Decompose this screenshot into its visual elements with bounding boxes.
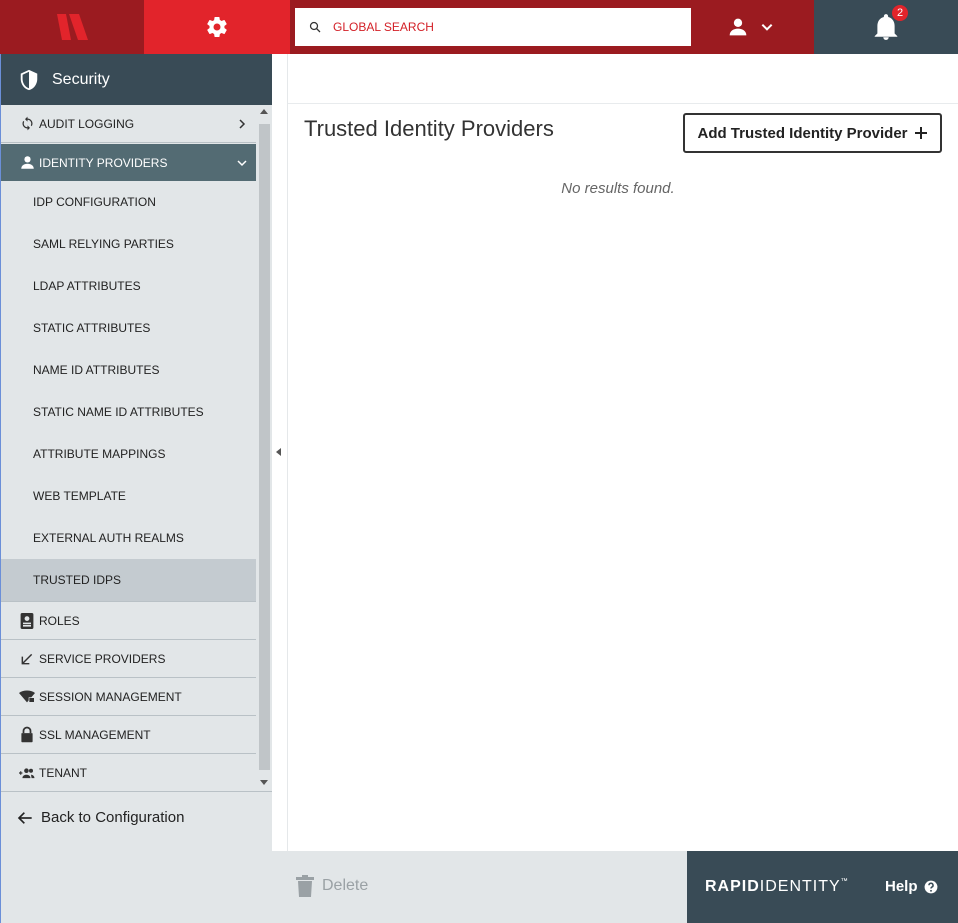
app-logo[interactable] bbox=[0, 0, 144, 54]
sidebar-subitem-trusted-idps[interactable]: TRUSTED IDPS bbox=[1, 559, 256, 602]
sidebar-subitem-label: WEB TEMPLATE bbox=[33, 489, 126, 503]
sidebar-item-label: ROLES bbox=[39, 613, 80, 628]
empty-state-message: No results found. bbox=[561, 180, 675, 197]
sidebar-subitem-saml-relying-parties[interactable]: SAML RELYING PARTIES bbox=[1, 223, 256, 265]
sidebar-subitem-label: IDP CONFIGURATION bbox=[33, 195, 156, 209]
top-bar: 2 bbox=[0, 0, 958, 54]
sidebar-subitem-idp-configuration[interactable]: IDP CONFIGURATION bbox=[1, 181, 256, 223]
delete-label: Delete bbox=[322, 877, 369, 894]
sidebar-item-label: IDENTITY PROVIDERS bbox=[39, 155, 168, 170]
sidebar-item-service-providers[interactable]: SERVICE PROVIDERS bbox=[1, 640, 256, 678]
help-label: Help bbox=[885, 878, 918, 895]
sync-icon bbox=[19, 116, 35, 132]
collapse-arrow-icon bbox=[276, 448, 281, 456]
help-icon bbox=[924, 880, 937, 893]
logo-icon bbox=[57, 14, 88, 40]
brand-light: IDENTITY bbox=[759, 878, 841, 895]
sidebar-item-label: SERVICE PROVIDERS bbox=[39, 651, 166, 666]
group-add-icon bbox=[19, 765, 35, 781]
wifi-lock-icon bbox=[19, 689, 35, 705]
global-search[interactable] bbox=[295, 8, 691, 46]
sidebar-scrollbar[interactable] bbox=[256, 105, 273, 791]
notifications-button[interactable] bbox=[814, 0, 958, 54]
sidebar-subitem-label: TRUSTED IDPS bbox=[33, 573, 122, 587]
brand-wordmark: RAPIDIDENTITY™ bbox=[705, 878, 849, 896]
scrollbar-thumb[interactable] bbox=[259, 124, 270, 770]
sidebar-item-roles[interactable]: ROLES bbox=[1, 602, 256, 640]
sidebar-subitem-label: LDAP ATTRIBUTES bbox=[33, 279, 141, 293]
sidebar-item-ssl-management[interactable]: SSL MANAGEMENT bbox=[1, 716, 256, 754]
help-button[interactable]: Help bbox=[885, 878, 938, 895]
add-trusted-identity-provider-button[interactable]: Add Trusted Identity Provider bbox=[683, 113, 942, 153]
sidebar-subitem-static-attributes[interactable]: STATIC ATTRIBUTES bbox=[1, 307, 256, 349]
brand-bold: RAPID bbox=[705, 878, 760, 895]
search-icon bbox=[309, 21, 321, 33]
chevron-down-icon bbox=[237, 159, 247, 166]
page-title: Trusted Identity Providers bbox=[304, 116, 554, 141]
sidebar-item-label: AUDIT LOGGING bbox=[39, 116, 135, 131]
notification-count-badge: 2 bbox=[892, 5, 908, 21]
brand-tm: ™ bbox=[840, 878, 849, 885]
back-label: Back to Configuration bbox=[41, 809, 185, 826]
sidebar-item-identity-providers[interactable]: IDENTITY PROVIDERS bbox=[1, 144, 256, 181]
person-icon bbox=[19, 155, 35, 171]
scroll-down-arrow-icon[interactable] bbox=[260, 780, 268, 785]
sidebar-item-audit-logging[interactable]: AUDIT LOGGING bbox=[1, 105, 256, 143]
sidebar-item-label: TENANT bbox=[39, 765, 87, 780]
main-content: Trusted Identity Providers Add Trusted I… bbox=[288, 54, 958, 851]
delete-button[interactable]: Delete bbox=[296, 875, 368, 897]
sidebar-item-label: SESSION MANAGEMENT bbox=[39, 689, 182, 704]
sidebar-nav: AUDIT LOGGING IDENTITY PROVIDERS IDP CON… bbox=[1, 105, 256, 791]
sidebar-title: Security bbox=[52, 70, 110, 88]
sidebar-subitem-label: EXTERNAL AUTH REALMS bbox=[33, 531, 184, 545]
main-header-strip bbox=[288, 54, 958, 104]
sidebar: Security AUDIT LOGGING IDENTITY PROVIDER… bbox=[0, 54, 273, 851]
gear-icon bbox=[207, 17, 227, 38]
arrow-down-left-icon bbox=[19, 651, 35, 667]
chevron-right-icon bbox=[239, 118, 246, 129]
shield-icon bbox=[20, 69, 38, 90]
footer-bar: Delete RAPIDIDENTITY™ Help bbox=[0, 851, 958, 923]
sidebar-item-label: SSL MANAGEMENT bbox=[39, 727, 151, 742]
settings-button[interactable] bbox=[144, 0, 290, 54]
sidebar-subitem-label: STATIC NAME ID ATTRIBUTES bbox=[33, 405, 204, 419]
plus-icon bbox=[914, 127, 927, 139]
brand-panel: RAPIDIDENTITY™ Help bbox=[687, 851, 958, 923]
sidebar-header: Security bbox=[1, 54, 273, 105]
sidebar-collapse-handle[interactable] bbox=[272, 54, 288, 851]
lock-icon bbox=[19, 726, 35, 743]
sidebar-subitem-external-auth-realms[interactable]: EXTERNAL AUTH REALMS bbox=[1, 517, 256, 559]
badge-icon bbox=[19, 612, 35, 629]
back-to-configuration-link[interactable]: Back to Configuration bbox=[1, 791, 273, 843]
trash-icon bbox=[296, 875, 314, 897]
sidebar-subitem-label: NAME ID ATTRIBUTES bbox=[33, 363, 160, 377]
sidebar-item-session-management[interactable]: SESSION MANAGEMENT bbox=[1, 678, 256, 716]
sidebar-subitem-label: STATIC ATTRIBUTES bbox=[33, 321, 151, 335]
user-icon bbox=[729, 18, 747, 36]
sidebar-subitem-attribute-mappings[interactable]: ATTRIBUTE MAPPINGS bbox=[1, 433, 256, 475]
sidebar-item-tenant[interactable]: TENANT bbox=[1, 754, 256, 791]
sidebar-subitem-web-template[interactable]: WEB TEMPLATE bbox=[1, 475, 256, 517]
sidebar-subitem-name-id-attributes[interactable]: NAME ID ATTRIBUTES bbox=[1, 349, 256, 391]
sidebar-subitem-ldap-attributes[interactable]: LDAP ATTRIBUTES bbox=[1, 265, 256, 307]
sidebar-subitem-label: ATTRIBUTE MAPPINGS bbox=[33, 447, 166, 461]
sidebar-subitem-static-name-id-attributes[interactable]: STATIC NAME ID ATTRIBUTES bbox=[1, 391, 256, 433]
chevron-down-icon bbox=[761, 23, 773, 31]
add-button-label: Add Trusted Identity Provider bbox=[697, 124, 908, 142]
user-menu[interactable] bbox=[728, 14, 788, 40]
arrow-left-icon bbox=[17, 811, 32, 824]
sidebar-subitem-label: SAML RELYING PARTIES bbox=[33, 237, 174, 251]
search-input[interactable] bbox=[333, 20, 663, 34]
scroll-up-arrow-icon[interactable] bbox=[260, 109, 268, 114]
